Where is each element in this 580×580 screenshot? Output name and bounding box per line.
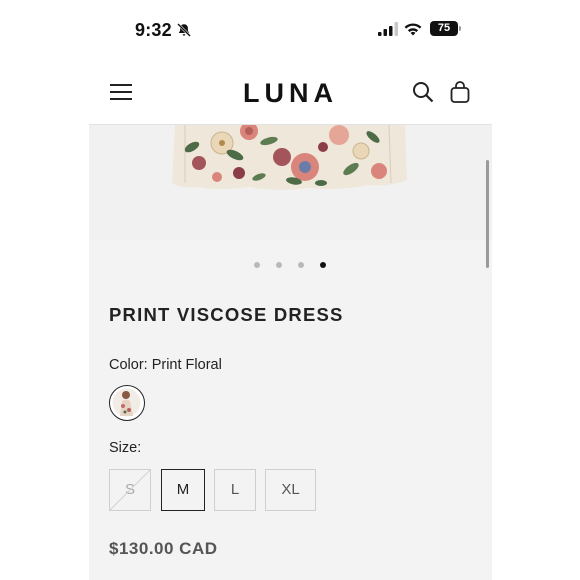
signal-icon — [378, 22, 398, 36]
size-option-m[interactable]: M — [161, 469, 205, 511]
battery-icon: 75 — [430, 21, 458, 36]
search-icon[interactable] — [412, 81, 434, 103]
phone-screen: 9:32 75 LUNA PRINT VISCOSE DRESS Color: … — [89, 0, 492, 580]
store-header: LUNA — [89, 60, 492, 125]
color-label: Color: Print Floral — [109, 357, 222, 373]
carousel-dots — [89, 262, 492, 272]
size-label: Size: — [109, 440, 142, 456]
size-option-label: M — [176, 481, 190, 498]
dress-image — [172, 122, 407, 190]
color-swatch-print-floral[interactable] — [109, 385, 145, 421]
size-option-label: L — [230, 481, 240, 498]
bell-slash-icon — [177, 23, 191, 37]
wifi-icon — [404, 23, 422, 36]
carousel-dot[interactable] — [298, 262, 304, 268]
product-price: $130.00 CAD — [109, 539, 218, 558]
carousel-dot[interactable] — [276, 262, 282, 268]
status-bar: 9:32 75 — [89, 0, 492, 60]
product-image[interactable] — [89, 122, 492, 240]
size-option-l[interactable]: L — [214, 469, 256, 511]
right-margin — [492, 0, 580, 580]
size-option-label: XL — [281, 481, 300, 498]
product-title: PRINT VISCOSE DRESS — [109, 304, 344, 325]
size-unavailable-strike — [110, 470, 150, 510]
swatch-thumbnail — [112, 388, 141, 417]
carousel-dot[interactable] — [254, 262, 260, 268]
battery-cap — [459, 26, 461, 31]
scrollbar[interactable] — [486, 160, 489, 268]
battery-level: 75 — [437, 22, 451, 34]
bag-icon[interactable] — [450, 80, 470, 104]
left-margin — [0, 0, 89, 580]
carousel-dot-active[interactable] — [320, 262, 326, 268]
size-option-xl[interactable]: XL — [265, 469, 316, 511]
status-time: 9:32 — [135, 20, 172, 40]
size-option-s[interactable]: S — [109, 469, 151, 511]
